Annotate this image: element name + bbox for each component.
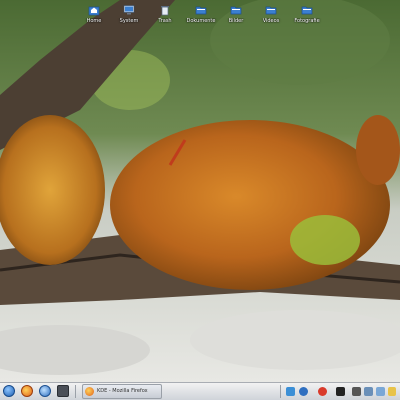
folder-icon bbox=[265, 6, 277, 15]
desktop-icon-home[interactable]: Home bbox=[77, 4, 111, 28]
firefox-icon bbox=[21, 385, 33, 397]
quicklaunch-firefox[interactable] bbox=[21, 385, 33, 398]
kde-logo-icon bbox=[3, 385, 15, 397]
wallpaper-moss-photo bbox=[0, 0, 400, 382]
desktop-icon-label: System bbox=[119, 18, 139, 24]
network-icon[interactable] bbox=[286, 387, 295, 396]
start-menu-button[interactable] bbox=[3, 385, 15, 398]
desktop-icon-bilder[interactable]: Bilder bbox=[219, 4, 253, 28]
desktop-icon-label: Dokumente bbox=[186, 18, 216, 24]
desktop-icon-system[interactable]: System bbox=[112, 4, 146, 28]
keyboard-icon[interactable] bbox=[352, 387, 361, 396]
clipboard-icon[interactable] bbox=[376, 387, 385, 396]
quicklaunch-terminal[interactable] bbox=[57, 385, 69, 398]
task-button-firefox[interactable]: KDE - Mozilla Firefox bbox=[82, 384, 162, 399]
trash-icon bbox=[161, 6, 169, 16]
desktop-icon-videos[interactable]: Videos bbox=[254, 4, 288, 28]
desktop-icon-label: Fotografie bbox=[294, 18, 320, 24]
display-icon[interactable] bbox=[336, 387, 345, 396]
taskbar-separator bbox=[280, 385, 281, 398]
desktop-icon-dokumente[interactable]: Dokumente bbox=[184, 4, 218, 28]
notification-icon[interactable] bbox=[388, 387, 396, 396]
folder-icon bbox=[230, 6, 242, 15]
firefox-icon bbox=[85, 387, 94, 396]
updater-icon[interactable] bbox=[299, 387, 308, 396]
konqueror-icon bbox=[39, 385, 51, 397]
folder-icon bbox=[301, 6, 313, 15]
desktop: Home System Trash Dokumente Bilder Video… bbox=[0, 0, 400, 382]
volume-icon[interactable] bbox=[364, 387, 373, 396]
desktop-icon-label: Bilder bbox=[228, 18, 244, 24]
folder-icon bbox=[195, 6, 207, 15]
desktop-icon-row: Home System Trash Dokumente Bilder Video… bbox=[0, 0, 400, 30]
error-icon[interactable] bbox=[318, 387, 327, 396]
desktop-icon-label: Trash bbox=[158, 18, 172, 24]
desktop-icon-label: Videos bbox=[262, 18, 280, 24]
home-folder-icon bbox=[88, 6, 100, 16]
terminal-icon bbox=[57, 385, 69, 397]
desktop-icon-label: Home bbox=[86, 18, 102, 24]
desktop-icon-trash[interactable]: Trash bbox=[148, 4, 182, 28]
desktop-icon-fotografie[interactable]: Fotografie bbox=[290, 4, 324, 28]
quicklaunch-konqueror[interactable] bbox=[39, 385, 51, 398]
task-button-label: KDE - Mozilla Firefox bbox=[97, 388, 148, 394]
taskbar: KDE - Mozilla Firefox bbox=[0, 382, 400, 400]
computer-icon bbox=[123, 5, 135, 15]
taskbar-separator bbox=[75, 385, 76, 398]
